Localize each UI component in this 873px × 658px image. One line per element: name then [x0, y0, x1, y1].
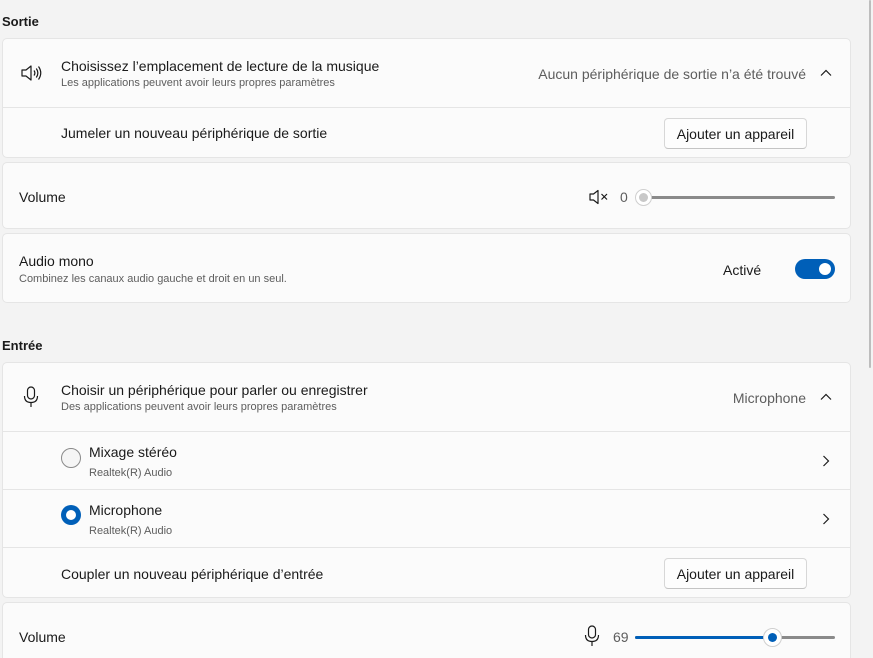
input-device-item-stereo-mix[interactable]: Mixage stéréo Realtek(R) Audio [3, 431, 850, 489]
output-volume-card: Volume 0 [2, 162, 851, 229]
output-section-title: Sortie [2, 14, 39, 29]
input-volume-value: 69 [613, 629, 629, 645]
output-location-status: Aucun périphérique de sortie n’a été tro… [538, 66, 806, 82]
mono-audio-state-label: Activé [723, 262, 762, 278]
output-volume-thumb[interactable] [635, 189, 652, 206]
input-device-card: Choisir un périphérique pour parler ou e… [2, 362, 851, 598]
output-volume-value: 0 [620, 189, 628, 205]
input-section-title: Entrée [2, 338, 43, 353]
output-location-row[interactable]: Choisissez l’emplacement de lecture de l… [3, 39, 850, 107]
speaker-muted-icon[interactable] [588, 188, 610, 206]
output-location-title: Choisissez l’emplacement de lecture de l… [61, 58, 380, 74]
device-driver: Realtek(R) Audio [89, 467, 173, 479]
add-output-device-button[interactable]: Ajouter un appareil [664, 118, 807, 149]
output-volume-label: Volume [19, 189, 66, 205]
input-device-choice-row[interactable]: Choisir un périphérique pour parler ou e… [3, 363, 850, 431]
mono-audio-subtitle: Combinez les canaux audio gauche et droi… [19, 273, 287, 285]
speaker-icon [21, 65, 42, 81]
mono-audio-title: Audio mono [19, 253, 94, 269]
output-volume-track[interactable] [643, 196, 835, 199]
radio-stereo-mix[interactable] [61, 448, 81, 468]
input-volume-thumb[interactable] [763, 628, 782, 647]
input-device-item-microphone[interactable]: Microphone Realtek(R) Audio [3, 489, 850, 547]
input-device-selected: Microphone [732, 390, 806, 406]
input-volume-label: Volume [19, 629, 66, 645]
scrollbar[interactable] [869, 0, 871, 368]
microphone-icon[interactable] [584, 625, 600, 647]
chevron-up-icon[interactable] [819, 66, 833, 80]
device-driver: Realtek(R) Audio [89, 525, 173, 537]
chevron-right-icon [823, 513, 830, 525]
radio-microphone[interactable] [61, 505, 81, 525]
input-pair-title: Coupler un nouveau périphérique d’entrée [61, 566, 324, 582]
mono-audio-toggle[interactable] [795, 259, 835, 279]
output-location-subtitle: Les applications peuvent avoir leurs pro… [61, 77, 335, 89]
input-pair-row: Coupler un nouveau périphérique d’entrée… [3, 547, 850, 598]
toggle-knob [819, 263, 831, 275]
input-volume-fill [635, 636, 773, 639]
chevron-up-icon[interactable] [819, 390, 833, 404]
chevron-right-icon [823, 455, 830, 467]
microphone-icon [23, 386, 39, 407]
input-device-choice-title: Choisir un périphérique pour parler ou e… [61, 382, 368, 398]
device-name: Mixage stéréo [89, 444, 177, 460]
input-device-choice-subtitle: Des applications peuvent avoir leurs pro… [61, 401, 337, 413]
output-device-card: Choisissez l’emplacement de lecture de l… [2, 38, 851, 158]
output-pair-row: Jumeler un nouveau périphérique de sorti… [3, 107, 850, 158]
device-name: Microphone [89, 502, 163, 518]
input-volume-card: Volume 69 [2, 602, 851, 658]
output-pair-title: Jumeler un nouveau périphérique de sorti… [61, 125, 328, 141]
add-input-device-button[interactable]: Ajouter un appareil [664, 558, 807, 589]
mono-audio-card: Audio mono Combinez les canaux audio gau… [2, 233, 851, 303]
